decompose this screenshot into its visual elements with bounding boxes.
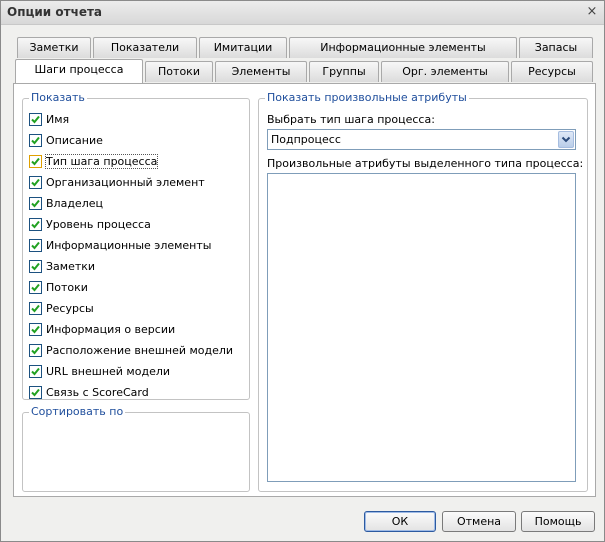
show-option-item[interactable]: Информационные элементы bbox=[29, 237, 211, 253]
checkmark-icon bbox=[31, 283, 40, 291]
tab-indicators[interactable]: Показатели bbox=[93, 37, 197, 58]
process-type-value: Подпроцесс bbox=[271, 133, 341, 146]
show-option-checkbox[interactable] bbox=[29, 154, 42, 168]
show-option-item[interactable]: Связь с ScoreCard bbox=[29, 384, 149, 400]
tab-resources[interactable]: Ресурсы bbox=[511, 61, 593, 82]
show-option-label: Заметки bbox=[46, 259, 96, 273]
cancel-button[interactable]: Отмена bbox=[442, 511, 516, 532]
show-option-label: Тип шага процесса bbox=[44, 153, 159, 169]
checkmark-icon bbox=[31, 325, 40, 333]
show-option-checkbox[interactable] bbox=[29, 343, 42, 357]
tab-notes[interactable]: Заметки bbox=[17, 37, 91, 58]
show-option-checkbox[interactable] bbox=[29, 322, 42, 336]
checkmark-icon bbox=[31, 178, 40, 186]
tab-org-elements[interactable]: Орг. элементы bbox=[381, 61, 509, 82]
show-option-checkbox[interactable] bbox=[29, 364, 42, 378]
show-option-label: Информационные элементы bbox=[46, 238, 212, 252]
show-option-label: Расположение внешней модели bbox=[46, 343, 234, 357]
show-option-checkbox[interactable] bbox=[29, 301, 42, 315]
checkmark-icon bbox=[31, 241, 40, 249]
show-option-item[interactable]: Потоки bbox=[29, 279, 88, 295]
show-option-checkbox[interactable] bbox=[29, 112, 42, 126]
dropdown-arrow-button[interactable] bbox=[558, 131, 574, 148]
checkmark-icon bbox=[31, 388, 40, 396]
show-option-label: Уровень процесса bbox=[46, 217, 151, 231]
show-group-title: Показать bbox=[29, 91, 87, 104]
checkmark-icon bbox=[31, 346, 40, 354]
show-option-item[interactable]: Тип шага процесса bbox=[29, 153, 159, 169]
checkmark-icon bbox=[31, 262, 40, 270]
checkmark-icon bbox=[31, 157, 40, 165]
checkmark-icon bbox=[31, 367, 40, 375]
chevron-down-icon bbox=[561, 136, 571, 143]
show-option-item[interactable]: Заметки bbox=[29, 258, 95, 274]
checkmark-icon bbox=[31, 115, 40, 123]
ok-button[interactable]: ОК bbox=[364, 511, 436, 532]
show-option-label: Связь с ScoreCard bbox=[46, 385, 149, 399]
attributes-group-title: Показать произвольные атрибуты bbox=[265, 91, 469, 104]
show-option-checkbox[interactable] bbox=[29, 259, 42, 273]
checkmark-icon bbox=[31, 199, 40, 207]
show-option-item[interactable]: Организационный элемент bbox=[29, 174, 205, 190]
close-icon[interactable]: × bbox=[584, 4, 600, 20]
show-option-item[interactable]: Расположение внешней модели bbox=[29, 342, 233, 358]
show-option-item[interactable]: Ресурсы bbox=[29, 300, 94, 316]
checkmark-icon bbox=[31, 136, 40, 144]
help-button[interactable]: Помощь bbox=[521, 511, 595, 532]
type-label: Выбрать тип шага процесса: bbox=[267, 113, 435, 126]
show-option-checkbox[interactable] bbox=[29, 385, 42, 399]
tab-flows[interactable]: Потоки bbox=[145, 61, 213, 82]
show-option-label: Ресурсы bbox=[46, 301, 94, 315]
show-option-item[interactable]: Имя bbox=[29, 111, 69, 127]
process-type-select[interactable]: Подпроцесс bbox=[267, 129, 576, 150]
tab-process-steps[interactable]: Шаги процесса bbox=[15, 59, 143, 83]
show-option-checkbox[interactable] bbox=[29, 280, 42, 294]
window-title: Опции отчета bbox=[7, 5, 103, 19]
show-option-checkbox[interactable] bbox=[29, 133, 42, 147]
show-option-item[interactable]: Информация о версии bbox=[29, 321, 175, 337]
title-bar[interactable]: Опции отчета × bbox=[1, 1, 604, 25]
show-option-checkbox[interactable] bbox=[29, 196, 42, 210]
show-group: Показать Имя Описание Тип шага процесса Орг… bbox=[22, 91, 250, 400]
show-option-label: URL внешней модели bbox=[46, 364, 171, 378]
show-option-label: Потоки bbox=[46, 280, 88, 294]
sort-group-title: Сортировать по bbox=[29, 405, 126, 418]
show-option-item[interactable]: Уровень процесса bbox=[29, 216, 151, 232]
show-option-checkbox[interactable] bbox=[29, 238, 42, 252]
tab-groups[interactable]: Группы bbox=[309, 61, 379, 82]
show-option-checkbox[interactable] bbox=[29, 217, 42, 231]
attributes-listbox[interactable] bbox=[267, 173, 576, 482]
tab-info-elements[interactable]: Информационные элементы bbox=[289, 37, 517, 58]
show-option-item[interactable]: Описание bbox=[29, 132, 103, 148]
show-option-label: Организационный элемент bbox=[46, 175, 205, 189]
checkmark-icon bbox=[31, 220, 40, 228]
show-option-label: Описание bbox=[46, 133, 103, 147]
attributes-list-label: Произвольные атрибуты выделенного типа п… bbox=[267, 157, 584, 170]
show-option-label: Информация о версии bbox=[46, 322, 176, 336]
report-options-dialog: Опции отчета × Заметки Показатели Имитац… bbox=[0, 0, 605, 542]
sort-group: Сортировать по bbox=[22, 405, 250, 492]
show-option-item[interactable]: Владелец bbox=[29, 195, 103, 211]
show-option-label: Имя bbox=[46, 112, 70, 126]
attributes-group: Показать произвольные атрибуты Выбрать т… bbox=[258, 91, 588, 492]
checkmark-icon bbox=[31, 304, 40, 312]
show-option-label: Владелец bbox=[46, 196, 103, 210]
show-option-item[interactable]: URL внешней модели bbox=[29, 363, 170, 379]
show-option-checkbox[interactable] bbox=[29, 175, 42, 189]
tab-simulations[interactable]: Имитации bbox=[199, 37, 287, 58]
tab-elements[interactable]: Элементы bbox=[215, 61, 307, 82]
tab-stocks[interactable]: Запасы bbox=[519, 37, 593, 58]
tab-panel: Показать Имя Описание Тип шага процесса Орг… bbox=[13, 83, 596, 497]
